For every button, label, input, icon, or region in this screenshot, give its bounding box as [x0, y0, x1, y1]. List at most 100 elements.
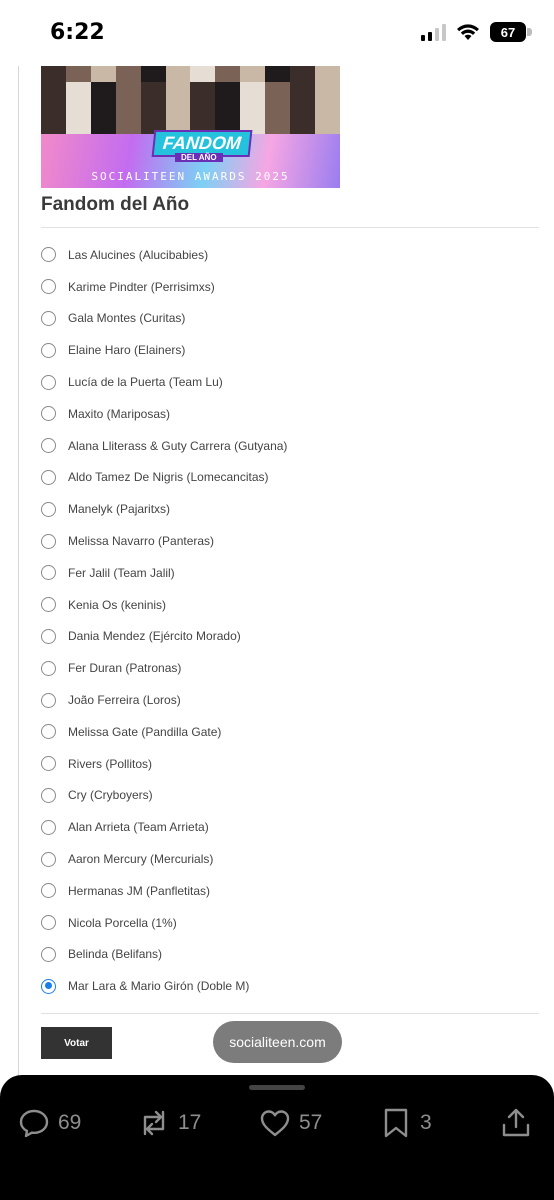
poll-option-label: Maxito (Mariposas) [68, 406, 171, 421]
banner-subtitle: DEL AÑO [175, 153, 223, 162]
banner-photo-collage [41, 66, 340, 134]
radio-button[interactable] [41, 597, 56, 613]
cellular-signal-icon [421, 23, 446, 41]
poll-option-label: Aaron Mercury (Mercurials) [68, 852, 214, 867]
poll-option[interactable]: Fer Duran (Patronas) [41, 652, 539, 684]
poll-option[interactable]: Alana Lliterass & Guty Carrera (Gutyana) [41, 430, 539, 462]
vote-button[interactable]: Votar [41, 1027, 112, 1059]
poll-option-label: Karime Pindter (Perrisimxs) [68, 279, 215, 294]
radio-button-checked[interactable] [41, 978, 56, 994]
poll-option[interactable]: Fer Jalil (Team Jalil) [41, 557, 539, 589]
poll-option[interactable]: Cry (Cryboyers) [41, 780, 539, 812]
radio-button[interactable] [41, 660, 56, 676]
radio-button[interactable] [41, 724, 56, 740]
drag-handle[interactable] [249, 1085, 305, 1090]
poll-option[interactable]: Manelyk (Pajaritxs) [41, 493, 539, 525]
poll-option[interactable]: Las Alucines (Alucibabies) [41, 239, 539, 271]
poll-option-label: Las Alucines (Alucibabies) [68, 247, 209, 262]
url-toast: socialiteen.com [213, 1021, 342, 1063]
radio-button[interactable] [41, 533, 56, 549]
repost-count: 17 [178, 1111, 202, 1134]
reply-button[interactable]: 69 [18, 1107, 81, 1139]
poll-title: Fandom del Año [41, 194, 190, 215]
like-count: 57 [299, 1111, 323, 1134]
poll-option[interactable]: Aaron Mercury (Mercurials) [41, 843, 539, 875]
like-button[interactable]: 57 [259, 1107, 322, 1139]
poll-option-label: Hermanas JM (Panfletitas) [68, 883, 211, 898]
radio-button[interactable] [41, 406, 56, 422]
poll-option[interactable]: Gala Montes (Curitas) [41, 303, 539, 335]
poll-option-label: Nicola Porcella (1%) [68, 915, 177, 930]
poll-option-label: Lucía de la Puerta (Team Lu) [68, 375, 223, 390]
radio-button[interactable] [41, 946, 56, 962]
battery-icon: 67 [490, 22, 532, 42]
poll-option[interactable]: Aldo Tamez De Nigris (Lomecancitas) [41, 462, 539, 494]
radio-button[interactable] [41, 692, 56, 708]
divider [41, 227, 539, 228]
poll-option[interactable]: Hermanas JM (Panfletitas) [41, 875, 539, 907]
poll-option[interactable]: Nicola Porcella (1%) [41, 907, 539, 939]
status-bar: 6:22 67 [0, 0, 554, 66]
radio-button[interactable] [41, 628, 56, 644]
poll-option[interactable]: Belinda (Belifans) [41, 939, 539, 971]
poll-option[interactable]: Lucía de la Puerta (Team Lu) [41, 366, 539, 398]
radio-button[interactable] [41, 438, 56, 454]
radio-button[interactable] [41, 247, 56, 263]
radio-button[interactable] [41, 851, 56, 867]
bookmark-count: 3 [420, 1111, 432, 1134]
radio-button[interactable] [41, 342, 56, 358]
poll-option[interactable]: Elaine Haro (Elainers) [41, 334, 539, 366]
poll-option[interactable]: Dania Mendez (Ejército Morado) [41, 621, 539, 653]
radio-button[interactable] [41, 374, 56, 390]
radio-button[interactable] [41, 565, 56, 581]
poll-option-label: Rivers (Pollitos) [68, 756, 153, 771]
status-icons: 67 [421, 22, 532, 42]
poll-option-label: Alana Lliterass & Guty Carrera (Gutyana) [68, 438, 288, 453]
web-page: FANDOM DEL AÑO SOCIALITEEN AWARDS 2025 F… [18, 66, 554, 1076]
radio-button[interactable] [41, 279, 56, 295]
poll-option-label: Fer Duran (Patronas) [68, 661, 182, 676]
poll-option-label: João Ferreira (Loros) [68, 693, 181, 708]
heart-icon [260, 1110, 290, 1137]
poll-option[interactable]: Alan Arrieta (Team Arrieta) [41, 811, 539, 843]
poll-option[interactable]: Melissa Navarro (Panteras) [41, 525, 539, 557]
reply-count: 69 [58, 1111, 82, 1134]
reply-icon [19, 1109, 49, 1138]
poll-option[interactable]: Rivers (Pollitos) [41, 748, 539, 780]
poll-option[interactable]: João Ferreira (Loros) [41, 684, 539, 716]
poll-option[interactable]: Karime Pindter (Perrisimxs) [41, 271, 539, 303]
status-time: 6:22 [50, 20, 105, 45]
radio-button[interactable] [41, 915, 56, 931]
poll-option-label: Alan Arrieta (Team Arrieta) [68, 820, 209, 835]
bookmark-button[interactable]: 3 [380, 1107, 432, 1139]
poll-option-label: Mar Lara & Mario Girón (Doble M) [68, 979, 250, 994]
radio-button[interactable] [41, 310, 56, 326]
radio-button[interactable] [41, 883, 56, 899]
bookmark-icon [384, 1108, 408, 1138]
poll-option-label: Elaine Haro (Elainers) [68, 343, 186, 358]
poll-option-label: Aldo Tamez De Nigris (Lomecancitas) [68, 470, 269, 485]
radio-button[interactable] [41, 787, 56, 803]
poll-option[interactable]: Maxito (Mariposas) [41, 398, 539, 430]
poll-option-label: Melissa Navarro (Panteras) [68, 534, 215, 549]
poll-option-label: Cry (Cryboyers) [68, 788, 153, 803]
radio-button[interactable] [41, 501, 56, 517]
share-icon [502, 1108, 530, 1137]
post-action-bar: 69 17 57 3 [0, 1075, 554, 1200]
repost-button[interactable]: 17 [138, 1107, 201, 1139]
radio-button[interactable] [41, 819, 56, 835]
poll-option-label: Gala Montes (Curitas) [68, 311, 186, 326]
poll-option-label: Manelyk (Pajaritxs) [68, 502, 171, 517]
radio-button[interactable] [41, 756, 56, 772]
poll-option[interactable]: Mar Lara & Mario Girón (Doble M) [41, 970, 539, 1002]
banner-image: FANDOM DEL AÑO SOCIALITEEN AWARDS 2025 [41, 66, 340, 188]
banner-caption: SOCIALITEEN AWARDS 2025 [91, 170, 290, 183]
share-button[interactable] [500, 1107, 532, 1139]
radio-button[interactable] [41, 469, 56, 485]
poll-option[interactable]: Melissa Gate (Pandilla Gate) [41, 716, 539, 748]
poll-option[interactable]: Kenia Os (keninis) [41, 589, 539, 621]
wifi-icon [457, 24, 479, 40]
poll-option-label: Kenia Os (keninis) [68, 597, 167, 612]
poll-option-label: Fer Jalil (Team Jalil) [68, 565, 175, 580]
poll-options: Las Alucines (Alucibabies) Karime Pindter… [41, 239, 539, 1002]
